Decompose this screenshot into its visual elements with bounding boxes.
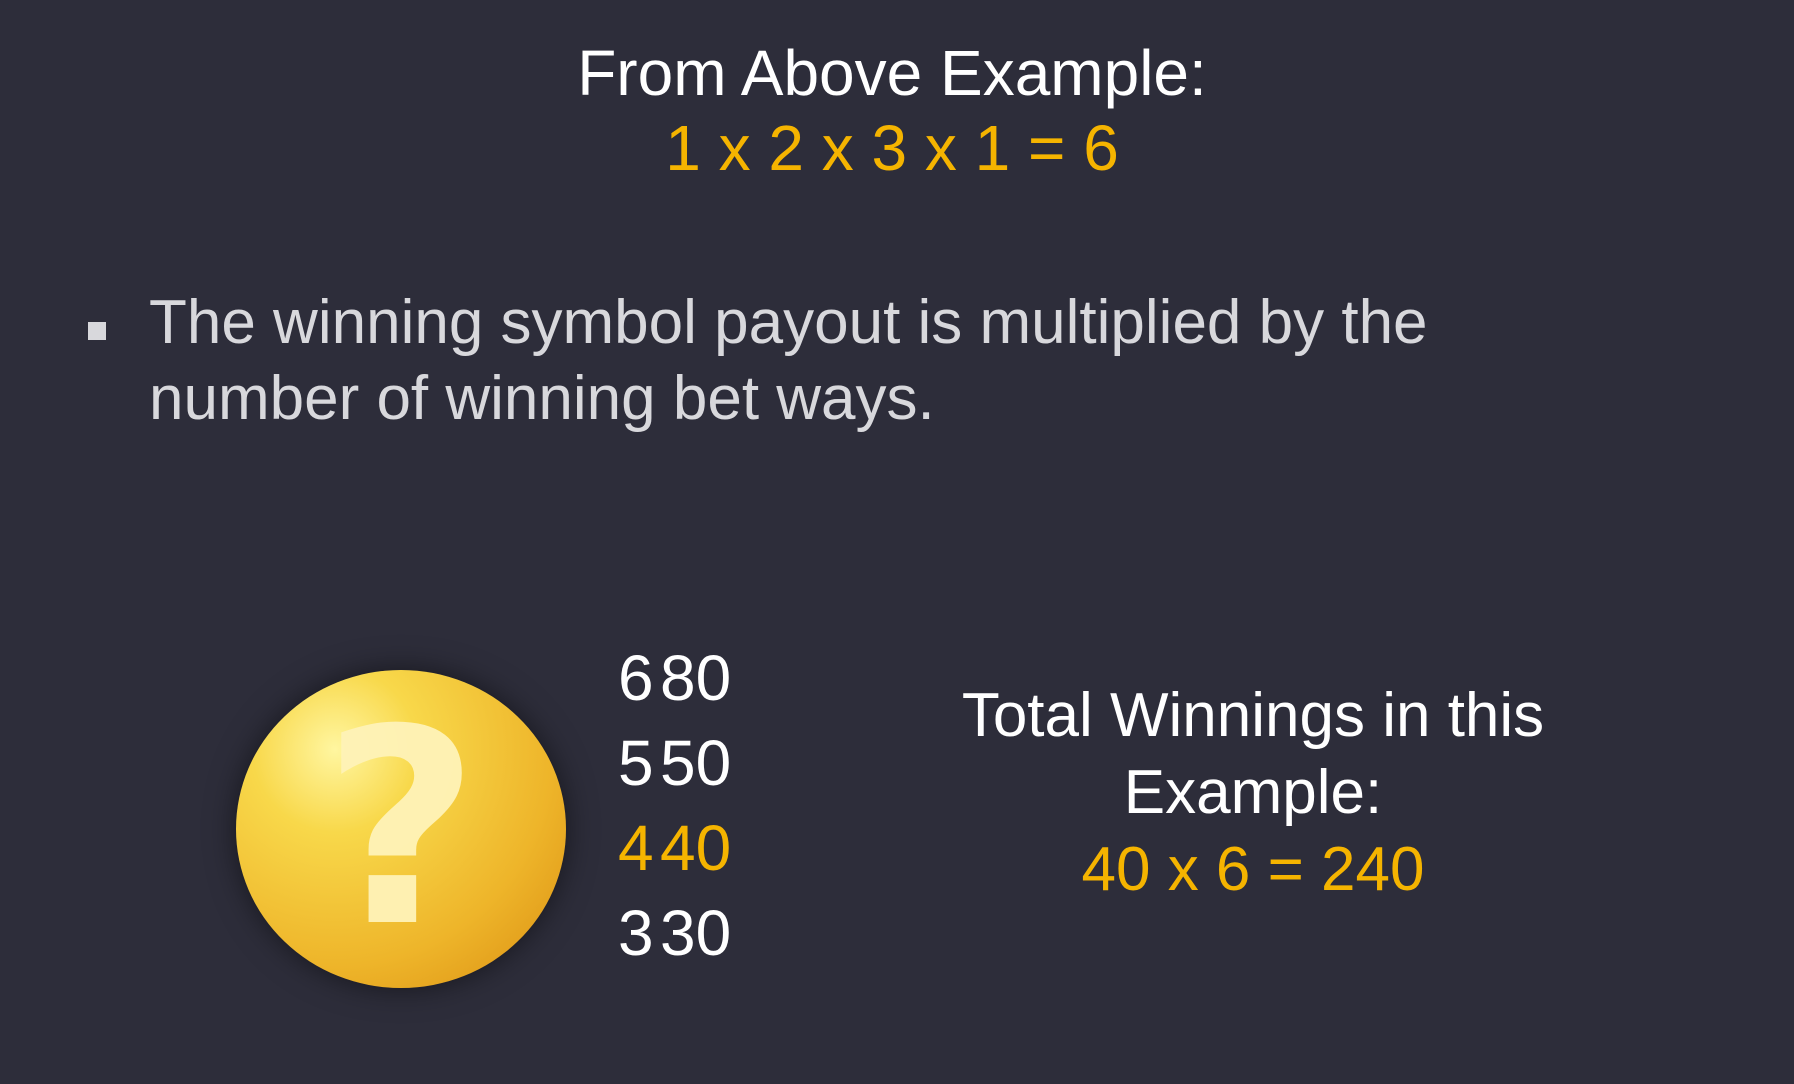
- rule-text: The winning symbol payout is multiplied …: [149, 288, 1428, 433]
- question-mark-glyph: ?: [322, 671, 480, 986]
- payout: 50: [660, 727, 732, 799]
- bullet-square-icon: [88, 322, 106, 340]
- match-count: 6: [618, 642, 654, 714]
- example-heading: From Above Example:: [577, 37, 1207, 109]
- paytable-row-highlighted: 4 40: [618, 806, 731, 891]
- payout: 40: [660, 812, 732, 884]
- paytable-row: 3 30: [618, 891, 731, 976]
- paytable: 6 80 5 50 4 40 3 30: [618, 636, 731, 976]
- match-count: 5: [618, 727, 654, 799]
- total-winnings-label: Total Winnings in this Example:: [961, 681, 1545, 827]
- payout: 30: [660, 897, 732, 969]
- match-count: 4: [618, 812, 654, 884]
- total-winnings: Total Winnings in this Example: 40 x 6 =…: [900, 677, 1606, 908]
- payout: 80: [660, 642, 732, 714]
- paytable-row: 6 80: [618, 636, 731, 721]
- total-winnings-formula: 40 x 6 = 240: [1081, 835, 1425, 904]
- paytable-row: 5 50: [618, 721, 731, 806]
- ways-formula: 1 x 2 x 3 x 1 = 6: [665, 112, 1119, 184]
- question-mark-coin-icon: ?: [236, 670, 566, 988]
- match-count: 3: [618, 897, 654, 969]
